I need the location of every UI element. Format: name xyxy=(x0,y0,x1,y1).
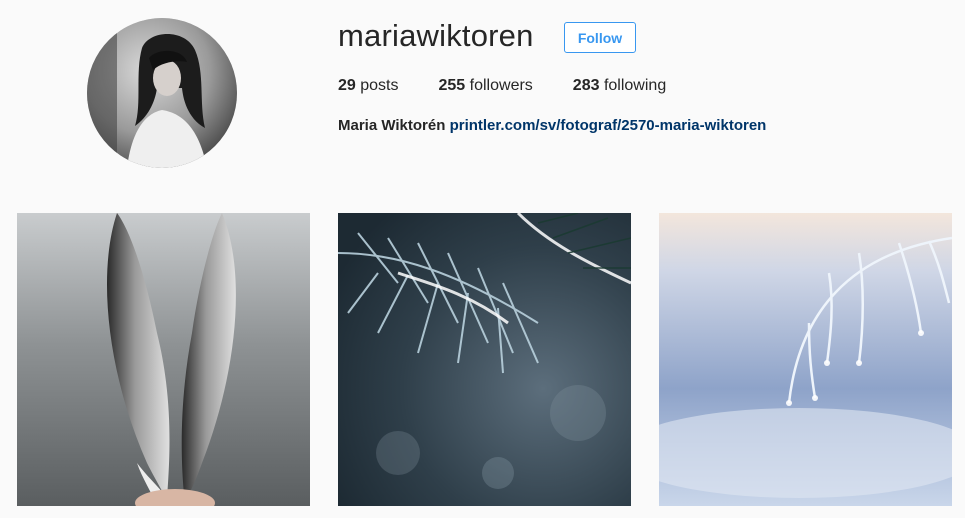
post-image xyxy=(338,213,631,506)
stat-followers[interactable]: 255 followers xyxy=(439,76,533,96)
profile-avatar[interactable] xyxy=(87,18,237,168)
post-grid xyxy=(17,213,952,506)
post-image xyxy=(659,213,952,506)
profile-bio: Maria Wiktorén printler.com/sv/fotograf/… xyxy=(338,117,766,135)
profile-full-name: Maria Wiktorén xyxy=(338,117,446,134)
stat-posts-label: posts xyxy=(360,77,399,94)
profile-website-link[interactable]: printler.com/sv/fotograf/2570-maria-wikt… xyxy=(450,117,767,134)
stat-following-label: following xyxy=(603,77,667,94)
stat-posts-count: 29 xyxy=(338,77,356,94)
stat-following-count: 283 xyxy=(572,77,600,94)
post-thumbnail-feathers[interactable] xyxy=(17,213,310,506)
profile-stats: 29 posts 255 followers 283 following xyxy=(338,76,706,96)
post-thumbnail-pine[interactable] xyxy=(338,213,631,506)
post-image xyxy=(17,213,310,506)
stat-followers-count: 255 xyxy=(438,77,466,94)
stat-followers-label: followers xyxy=(469,77,533,94)
avatar-image xyxy=(87,18,237,168)
stat-posts: 29 posts xyxy=(338,76,399,96)
profile-username: mariawiktoren xyxy=(338,18,534,53)
post-thumbnail-frozen-grass[interactable] xyxy=(659,213,952,506)
follow-button[interactable]: Follow xyxy=(564,22,636,53)
stat-following[interactable]: 283 following xyxy=(573,76,666,96)
